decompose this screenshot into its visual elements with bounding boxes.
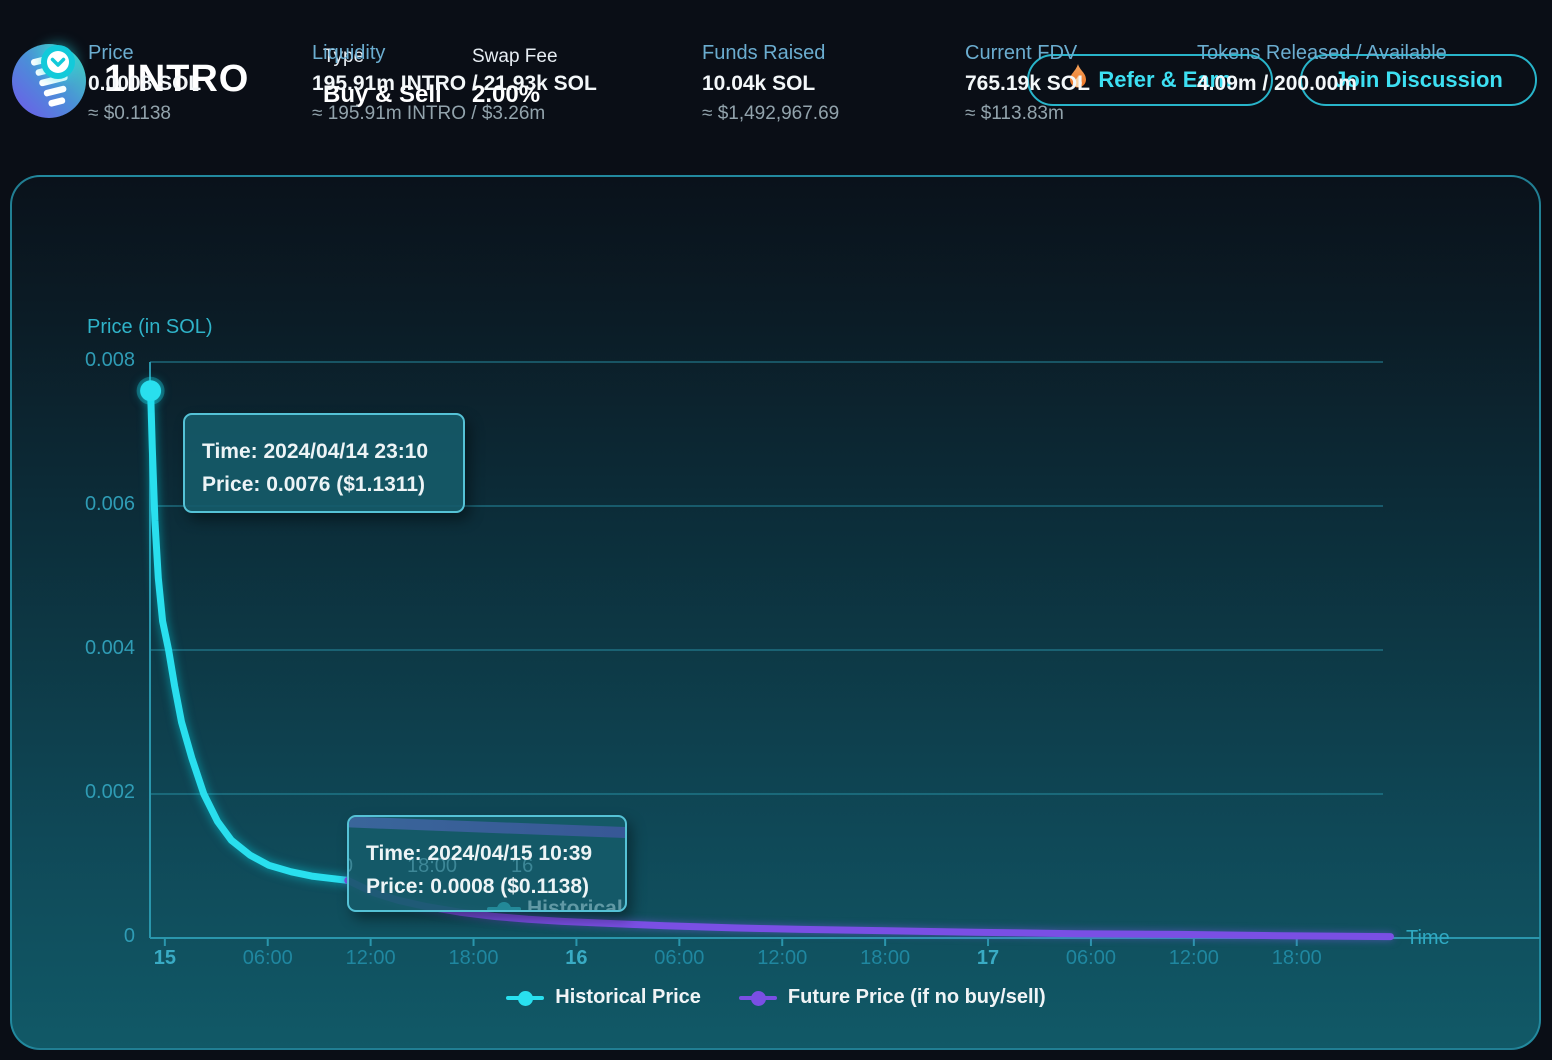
historical-dot-icon (518, 991, 533, 1006)
x-tick-label: 12:00 (1149, 947, 1239, 970)
x-tick-label: 16 (531, 947, 621, 970)
legend-label: Future Price (if no buy/sell) (788, 986, 1046, 1009)
y-tick-label: 0 (40, 925, 135, 948)
ghost-legend-line (487, 907, 521, 911)
x-tick-label: 18:00 (840, 947, 930, 970)
peak-point-marker[interactable] (140, 380, 161, 401)
chart-legend: Historical Price Future Price (if no buy… (0, 986, 1552, 1009)
y-axis-title: Price (in SOL) (87, 316, 213, 339)
tooltip-price: Price: 0.0008 ($0.1138) (366, 870, 625, 903)
legend-label: Historical Price (555, 986, 701, 1009)
x-tick-label: 17 (943, 947, 1033, 970)
x-tick-label: 06:00 (223, 947, 313, 970)
x-tick-label: 12:00 (737, 947, 827, 970)
ghost-legend-dot (497, 902, 511, 912)
x-tick-label: 18:00 (1252, 947, 1342, 970)
historical-line-swatch (506, 996, 544, 1000)
y-tick-label: 0.006 (40, 493, 135, 516)
tooltip-time: Time: 2024/04/14 23:10 (202, 435, 463, 468)
y-tick-label: 0.008 (40, 349, 135, 372)
future-dot-icon (751, 991, 766, 1006)
tooltip-peak-price: Time: 2024/04/14 23:10 Price: 0.0076 ($1… (183, 413, 465, 513)
y-tick-label: 0.004 (40, 637, 135, 660)
x-axis-title: Time (1406, 927, 1450, 950)
y-tick-label: 0.002 (40, 781, 135, 804)
price-chart-canvas[interactable] (0, 0, 1552, 1060)
legend-item-future[interactable]: Future Price (if no buy/sell) (739, 986, 1046, 1009)
ghost-axis-label: 12:00 (347, 855, 353, 878)
tooltip-time: Time: 2024/04/15 10:39 (366, 837, 625, 870)
x-tick-label: 06:00 (634, 947, 724, 970)
x-tick-label: 12:00 (326, 947, 416, 970)
x-tick-label: 15 (120, 947, 210, 970)
x-tick-label: 06:00 (1046, 947, 1136, 970)
tooltip-price: Price: 0.0076 ($1.1311) (202, 468, 463, 501)
ghost-future-line (347, 816, 627, 839)
legend-item-historical[interactable]: Historical Price (506, 986, 701, 1009)
future-line-swatch (739, 996, 777, 1000)
token-chart-page: 1INTRO Type Buy & Sell Swap Fee 2.00% Re… (0, 0, 1552, 1060)
x-tick-label: 18:00 (429, 947, 519, 970)
tooltip-current-price: 12:00 18:00 16 Historical Time: 2024/04/… (347, 815, 627, 912)
